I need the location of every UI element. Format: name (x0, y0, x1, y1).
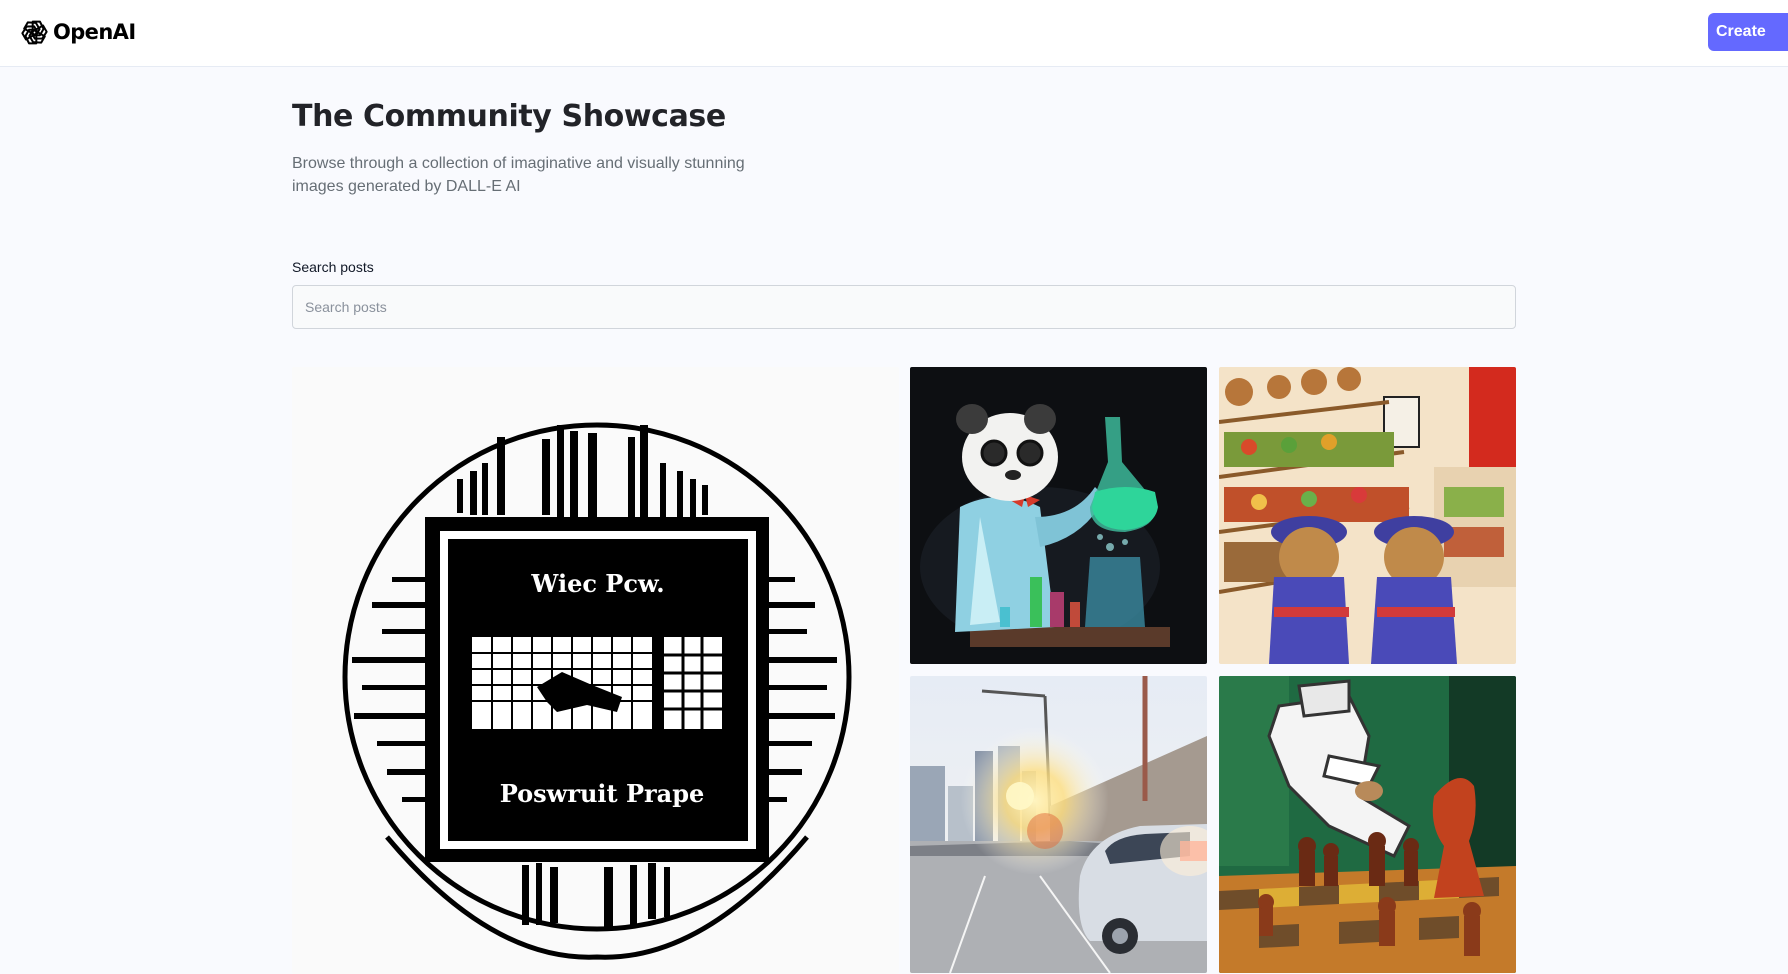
search-label: Search posts (292, 259, 374, 275)
openai-logo-icon (21, 20, 48, 44)
logo-text: OpenAI (53, 20, 136, 44)
gallery-card[interactable] (1219, 676, 1516, 973)
circuit-logo-image: Wiec Pcw. Poswruit Prape (292, 367, 899, 974)
search-input[interactable] (292, 285, 1516, 329)
page-title: The Community Showcase (292, 99, 726, 134)
page-subtitle: Browse through a collection of imaginati… (292, 155, 745, 195)
create-button[interactable]: Create (1708, 13, 1788, 51)
gallery-card[interactable] (910, 676, 1207, 973)
card-logo-top-text: Wiec Pcw. (530, 569, 664, 598)
gallery-card[interactable] (1219, 367, 1516, 664)
card-logo-bottom-text: Poswruit Prape (500, 779, 705, 808)
gallery-card[interactable] (910, 367, 1207, 664)
top-header: OpenAI Create (0, 0, 1788, 67)
teddy-bears-market-image (1219, 367, 1516, 664)
panda-scientist-image (910, 367, 1207, 664)
gallery-card[interactable]: Wiec Pcw. Poswruit Prape (292, 367, 899, 974)
car-highway-image (910, 676, 1207, 973)
openai-logo-link[interactable]: OpenAI (20, 16, 136, 48)
chess-painting-image (1219, 676, 1516, 973)
